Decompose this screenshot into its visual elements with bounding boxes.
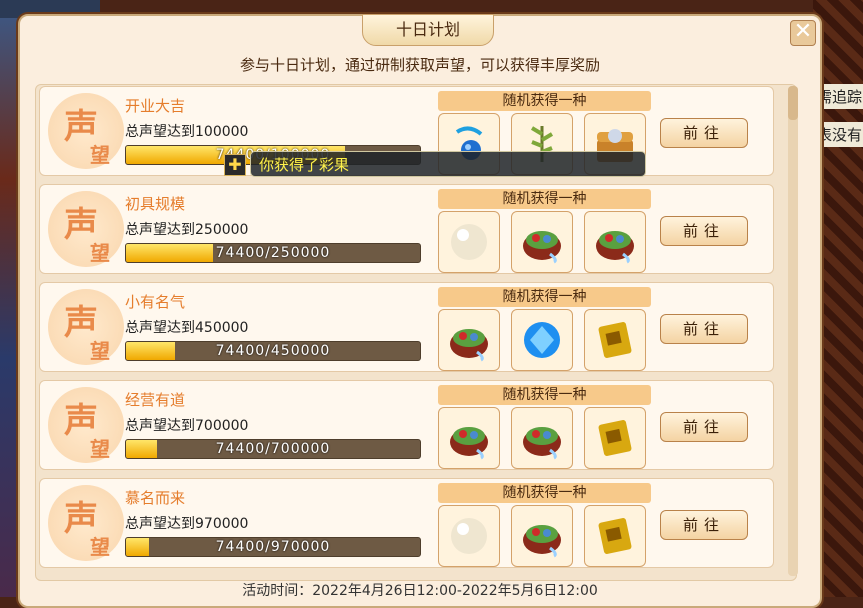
task-title: 小有名气 [125, 293, 186, 311]
event-time: 活动时间：2022年4月26日12:00-2022年5月6日12:00 [242, 583, 598, 599]
progress-text: 74400/450000 [215, 343, 331, 359]
close-button[interactable]: ✕ [790, 20, 816, 46]
reward-slot[interactable] [584, 505, 646, 567]
reward-slot[interactable] [584, 309, 646, 371]
food-box-icon [520, 220, 564, 264]
task-row: 声望 初具规模 总声望达到250000 74400/250000 随机获得一种 … [39, 184, 774, 274]
reward-slot[interactable] [438, 505, 500, 567]
progress-bar: 74400/250000 [125, 243, 421, 263]
go-button[interactable]: 前往 [660, 412, 748, 442]
reward-slot[interactable] [438, 407, 500, 469]
reward-slot[interactable] [438, 309, 500, 371]
reputation-emblem: 声望 [48, 387, 124, 463]
go-button[interactable]: 前往 [660, 118, 748, 148]
task-title: 开业大吉 [125, 97, 186, 115]
reputation-emblem: 声望 [48, 289, 124, 365]
reward-slot[interactable] [584, 407, 646, 469]
food-box-icon [447, 318, 491, 362]
ten-day-plan-dialog: 十日计划 ✕ 参与十日计划，通过研制获取声望，可以获得丰厚奖励 声望 开业大吉 … [18, 14, 822, 608]
go-button[interactable]: 前往 [660, 216, 748, 246]
pearl-icon [447, 220, 491, 264]
food-box-icon [447, 416, 491, 460]
gold-book-icon [593, 416, 637, 460]
reward-slot[interactable] [438, 211, 500, 273]
rewards-label: 随机获得一种 [438, 91, 651, 111]
reputation-emblem: 声望 [48, 93, 124, 169]
go-button[interactable]: 前往 [660, 510, 748, 540]
gold-book-icon [593, 318, 637, 362]
quest-tracker-text: 需追踪 [815, 84, 863, 109]
progress-text: 74400/970000 [215, 539, 331, 555]
food-box-icon [520, 514, 564, 558]
reward-slot[interactable] [511, 407, 573, 469]
progress-text: 74400/250000 [215, 245, 331, 261]
task-requirement: 总声望达到700000 [125, 418, 249, 434]
reward-toast: 你获得了彩果 [250, 151, 646, 177]
dialog-title: 十日计划 [362, 14, 494, 46]
task-title: 初具规模 [125, 195, 186, 213]
task-requirement: 总声望达到100000 [125, 124, 249, 140]
blue-gem-icon [520, 318, 564, 362]
reward-slot[interactable] [511, 309, 573, 371]
rewards-label: 随机获得一种 [438, 287, 651, 307]
scrollbar[interactable] [788, 86, 798, 576]
task-title: 慕名而来 [125, 489, 186, 507]
go-button[interactable]: 前往 [660, 314, 748, 344]
task-row: 声望 小有名气 总声望达到450000 74400/450000 随机获得一种 … [39, 282, 774, 372]
reward-slot[interactable] [584, 211, 646, 273]
food-box-icon [593, 220, 637, 264]
reputation-emblem: 声望 [48, 485, 124, 561]
progress-bar: 74400/700000 [125, 439, 421, 459]
progress-bar: 74400/970000 [125, 537, 421, 557]
progress-bar: 74400/450000 [125, 341, 421, 361]
task-row: 声望 慕名而来 总声望达到970000 74400/970000 随机获得一种 … [39, 478, 774, 568]
food-box-icon [520, 416, 564, 460]
rewards-label: 随机获得一种 [438, 385, 651, 405]
reward-slot[interactable] [511, 211, 573, 273]
progress-text: 74400/700000 [215, 441, 331, 457]
scroll-thumb[interactable] [788, 86, 798, 120]
task-row: 声望 经营有道 总声望达到700000 74400/700000 随机获得一种 … [39, 380, 774, 470]
reward-slot[interactable] [511, 505, 573, 567]
task-requirement: 总声望达到250000 [125, 222, 249, 238]
task-requirement: 总声望达到450000 [125, 320, 249, 336]
gold-book-icon [593, 514, 637, 558]
move-cross-icon: ✚ [224, 154, 246, 176]
rewards-label: 随机获得一种 [438, 189, 651, 209]
task-title: 经营有道 [125, 391, 186, 409]
rewards-label: 随机获得一种 [438, 483, 651, 503]
task-requirement: 总声望达到970000 [125, 516, 249, 532]
reputation-emblem: 声望 [48, 191, 124, 267]
quest-tracker-text: 表没有 [815, 122, 863, 147]
pearl-icon [447, 514, 491, 558]
dialog-subtitle: 参与十日计划，通过研制获取声望，可以获得丰厚奖励 [239, 56, 600, 74]
